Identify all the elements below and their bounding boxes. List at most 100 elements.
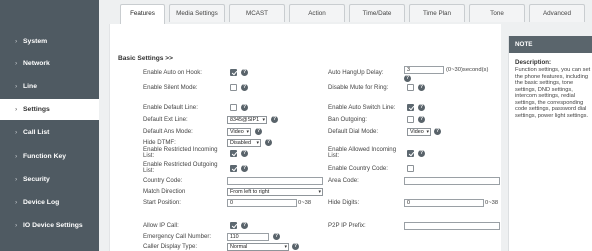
help-icon[interactable]: ?: [241, 69, 248, 76]
auto-hangup-delay-input[interactable]: 3: [404, 66, 444, 74]
default-line-label: Enable Default Line:: [143, 104, 198, 111]
default-ext-line-label: Default Ext Line:: [143, 116, 188, 123]
hide-dtmf-value: Disabled: [230, 140, 251, 146]
sidebar-item-line[interactable]: › Line: [0, 76, 99, 97]
tab-bar: Features Media Settings MCAST Action Tim…: [99, 0, 592, 24]
help-icon[interactable]: ?: [418, 150, 425, 157]
tab-media-settings[interactable]: Media Settings: [169, 4, 225, 22]
help-icon[interactable]: ?: [292, 243, 299, 250]
disable-mute-ring-label: Disable Mute for Ring:: [328, 84, 389, 91]
restricted-outgoing-checkbox[interactable]: [230, 165, 237, 172]
tab-tone[interactable]: Tone: [469, 4, 525, 22]
disable-mute-ring-checkbox[interactable]: [407, 84, 414, 91]
p2p-ip-prefix-input[interactable]: [404, 222, 500, 230]
default-dial-mode-value: Video: [410, 129, 424, 135]
area-code-input[interactable]: [404, 177, 500, 185]
caller-display-type-value: Normal: [230, 244, 248, 250]
sidebar-item-io-device-settings[interactable]: › IO Device Settings: [0, 215, 99, 236]
match-direction-value: From left to right: [230, 189, 270, 195]
sidebar: › System › Network › Line › Settings › Call L…: [0, 0, 99, 251]
help-icon[interactable]: ?: [404, 75, 411, 82]
allow-ip-call-checkbox[interactable]: [230, 222, 237, 229]
chevron-down-icon: ▾: [318, 189, 321, 195]
hide-dtmf-select[interactable]: Disabled ▾: [227, 139, 261, 147]
silent-mode-checkbox[interactable]: [230, 84, 237, 91]
country-code-label: Country Code:: [143, 177, 183, 184]
note-header: NOTE: [509, 36, 592, 53]
help-icon[interactable]: ?: [241, 104, 248, 111]
default-ans-mode-value: Video: [230, 129, 244, 135]
help-icon[interactable]: ?: [241, 222, 248, 229]
match-direction-select[interactable]: From left to right ▾: [227, 188, 323, 196]
sidebar-item-system[interactable]: › System: [0, 31, 99, 52]
help-icon[interactable]: ?: [434, 128, 441, 135]
caller-display-type-label: Caller Display Type:: [143, 243, 198, 250]
tab-features[interactable]: Features: [120, 4, 165, 24]
chevron-right-icon: ›: [15, 38, 18, 45]
default-ext-line-select[interactable]: 8345@SIP1 ▾: [227, 116, 267, 124]
chevron-down-icon: ▾: [256, 140, 259, 146]
ban-outgoing-label: Ban Outgoing:: [328, 116, 367, 123]
help-icon[interactable]: ?: [265, 139, 272, 146]
chevron-down-icon: ▾: [284, 244, 287, 250]
sidebar-item-settings[interactable]: › Settings: [0, 99, 99, 120]
sidebar-item-label: Call List: [23, 129, 50, 136]
help-icon[interactable]: ?: [241, 165, 248, 172]
auto-switch-line-checkbox[interactable]: [407, 104, 414, 111]
auto-on-hook-checkbox[interactable]: [230, 69, 237, 76]
sidebar-item-function-key[interactable]: › Function Key: [0, 146, 99, 167]
sidebar-item-device-log[interactable]: › Device Log: [0, 192, 99, 213]
default-ext-line-value: 8345@SIP1: [230, 117, 260, 123]
hide-digits-label: Hide Digits:: [328, 199, 360, 206]
match-direction-label: Match Direction: [143, 188, 186, 195]
sidebar-item-call-list[interactable]: › Call List: [0, 122, 99, 143]
features-panel: Basic Settings >> Enable Auto on Hook: ?…: [109, 24, 501, 251]
start-position-input[interactable]: 0: [227, 199, 297, 207]
start-position-range: 0~38: [298, 200, 312, 206]
sidebar-item-label: Line: [23, 83, 37, 90]
help-icon[interactable]: ?: [418, 84, 425, 91]
section-title-basic-settings: Basic Settings >>: [118, 55, 173, 62]
chevron-right-icon: ›: [15, 60, 18, 67]
help-icon[interactable]: ?: [271, 116, 278, 123]
tab-time-plan[interactable]: Time Plan: [409, 4, 465, 22]
default-ans-mode-select[interactable]: Video ▾: [227, 128, 251, 136]
help-icon[interactable]: ?: [273, 233, 280, 240]
help-icon[interactable]: ?: [418, 104, 425, 111]
emergency-call-number-input[interactable]: 110: [227, 233, 269, 241]
note-panel: NOTE Description: Function settings, you…: [508, 36, 592, 251]
sidebar-item-label: System: [23, 38, 48, 45]
help-icon[interactable]: ?: [241, 150, 248, 157]
help-icon[interactable]: ?: [418, 116, 425, 123]
allowed-incoming-label: Enable Allowed Incoming List:: [328, 146, 397, 160]
tab-advanced[interactable]: Advanced: [529, 4, 585, 22]
chevron-down-icon: ▾: [246, 129, 249, 135]
tab-action[interactable]: Action: [289, 4, 345, 22]
sidebar-item-label: Security: [23, 176, 50, 183]
tab-mcast[interactable]: MCAST: [229, 4, 285, 22]
sidebar-item-security[interactable]: › Security: [0, 169, 99, 190]
auto-on-hook-label: Enable Auto on Hook:: [143, 69, 202, 76]
country-code-input[interactable]: [227, 177, 323, 185]
country-code-enable-checkbox[interactable]: [407, 165, 414, 172]
help-icon[interactable]: ?: [241, 84, 248, 91]
hide-digits-input[interactable]: 0: [404, 199, 484, 207]
sidebar-item-label: IO Device Settings: [23, 222, 83, 229]
caller-display-type-select[interactable]: Normal ▾: [227, 243, 289, 251]
help-icon[interactable]: ?: [255, 128, 262, 135]
chevron-right-icon: ›: [15, 129, 18, 136]
sidebar-item-label: Network: [23, 60, 50, 67]
area-code-label: Area Code:: [328, 177, 359, 184]
default-dial-mode-label: Default Dial Mode:: [328, 128, 379, 135]
emergency-call-number-label: Emergency Call Number:: [143, 233, 212, 240]
default-dial-mode-select[interactable]: Video ▾: [407, 128, 431, 136]
tab-time-date[interactable]: Time/Date: [349, 4, 405, 22]
ban-outgoing-checkbox[interactable]: [407, 116, 414, 123]
chevron-down-icon: ▾: [426, 129, 429, 135]
country-code-enable-label: Enable Country Code:: [328, 165, 388, 172]
default-line-checkbox[interactable]: [230, 104, 237, 111]
allowed-incoming-checkbox[interactable]: [407, 150, 414, 157]
sidebar-item-network[interactable]: › Network: [0, 53, 99, 74]
sidebar-item-label: Settings: [23, 106, 50, 113]
restricted-incoming-checkbox[interactable]: [230, 150, 237, 157]
